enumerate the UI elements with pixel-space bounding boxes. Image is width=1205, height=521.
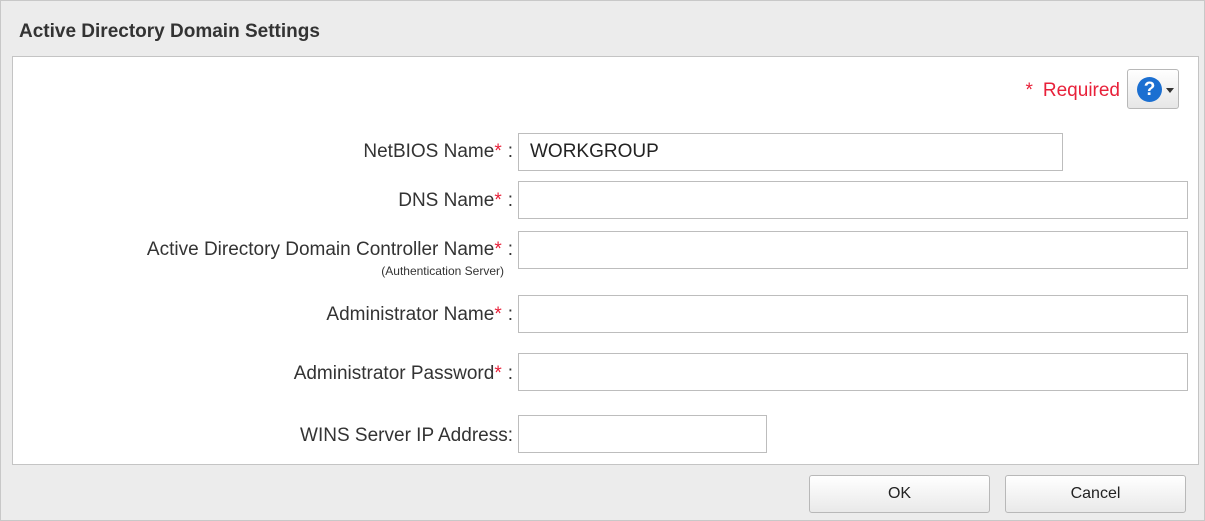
dns-name-label: DNS Name*: xyxy=(398,190,513,211)
required-label: Required xyxy=(1042,80,1120,101)
ad-controller-name-input[interactable] xyxy=(518,231,1188,269)
ok-button[interactable]: OK xyxy=(809,475,990,513)
administrator-name-label: Administrator Name*: xyxy=(326,304,513,325)
ad-settings-dialog: Active Directory Domain Settings * Requir… xyxy=(0,0,1205,521)
form-panel: * Required ? NetBIOS Name*: DNS Name*: Ac… xyxy=(12,56,1199,465)
help-icon: ? xyxy=(1137,77,1162,102)
dialog-title: Active Directory Domain Settings xyxy=(19,21,320,42)
required-star: * xyxy=(1025,80,1033,101)
wins-server-label: WINS Server IP Address: xyxy=(300,425,513,446)
administrator-password-input[interactable] xyxy=(518,353,1188,391)
authentication-server-note: (Authentication Server) xyxy=(381,264,504,278)
help-dropdown-button[interactable]: ? xyxy=(1127,69,1179,109)
cancel-button[interactable]: Cancel xyxy=(1005,475,1186,513)
dns-name-input[interactable] xyxy=(518,181,1188,219)
netbios-name-input[interactable] xyxy=(518,133,1063,171)
administrator-name-input[interactable] xyxy=(518,295,1188,333)
netbios-name-label: NetBIOS Name*: xyxy=(363,141,513,162)
required-legend: * Required xyxy=(1025,80,1120,102)
wins-server-ip-input[interactable] xyxy=(518,415,767,453)
administrator-password-label: Administrator Password*: xyxy=(293,363,513,384)
ad-controller-name-label: Active Directory Domain Controller Name*… xyxy=(146,239,513,260)
caret-down-icon xyxy=(1166,88,1174,93)
